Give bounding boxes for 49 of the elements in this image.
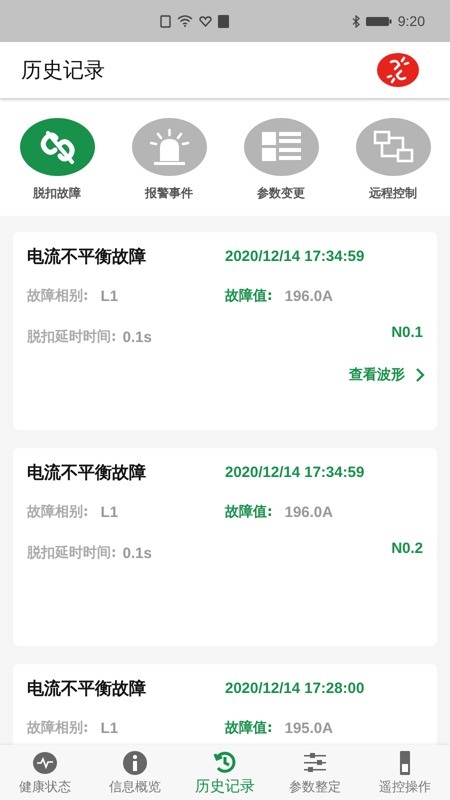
- field-label: 故障相别:: [27, 287, 89, 305]
- field-label: 故障相别:: [27, 719, 89, 737]
- nav-tab[interactable]: 健康状态: [5, 750, 85, 796]
- heartbeat-icon: [32, 750, 58, 776]
- nav-tab[interactable]: 历史记录: [185, 749, 265, 796]
- siren-icon: [132, 118, 206, 176]
- field-value: 196.0A: [284, 504, 333, 520]
- category-tab[interactable]: 远程控制: [355, 118, 431, 216]
- info-icon: [122, 750, 148, 776]
- field-value: L1: [100, 288, 118, 304]
- broken-link-icon[interactable]: [377, 53, 419, 87]
- flowchart-icon: [356, 118, 430, 176]
- category-tab[interactable]: 脱扣故障: [19, 118, 95, 216]
- broken-link-icon: [20, 118, 94, 176]
- chevron-icon: [415, 367, 425, 383]
- bluetooth-icon: [352, 14, 360, 28]
- record-time: 2020/12/14 17:28:00: [225, 680, 364, 696]
- field-label: 故障相别:: [27, 503, 89, 521]
- category-tab[interactable]: 参数变更: [243, 118, 319, 216]
- nav-tab[interactable]: 遥控操作: [365, 750, 445, 796]
- field-value: L1: [100, 720, 118, 736]
- field-label: 脱扣延时时间:: [27, 328, 117, 346]
- wifi-icon: [177, 15, 193, 27]
- history-icon: [212, 749, 238, 775]
- heart-icon: [199, 16, 212, 26]
- record-time: 2020/12/14 17:34:59: [225, 248, 364, 264]
- clock: 9:20: [398, 13, 425, 29]
- record-number: N0.2: [391, 540, 423, 557]
- field-value: 0.1s: [122, 328, 152, 346]
- field-value: L1: [100, 504, 118, 520]
- nav-tab[interactable]: 参数整定: [275, 750, 355, 796]
- record-title: 电流不平衡故障: [27, 246, 147, 268]
- field-label: 故障值:: [225, 719, 273, 737]
- battery-icon: [366, 16, 392, 26]
- nav-tab[interactable]: 信息概览: [95, 750, 175, 796]
- record-number: N0.1: [391, 324, 423, 341]
- table-icon: [244, 118, 318, 176]
- page-title: 历史记录: [21, 57, 105, 84]
- category-tab[interactable]: 报警事件: [131, 118, 207, 216]
- field-value: 0.1s: [122, 544, 152, 562]
- record-time: 2020/12/14 17:34:59: [225, 464, 364, 480]
- field-value: 196.0A: [284, 288, 333, 304]
- field-label: 脱扣延时时间:: [27, 544, 117, 562]
- view-waveform-link[interactable]: 查看波形: [349, 366, 425, 384]
- field-value: 195.0A: [284, 720, 333, 736]
- field-label: 故障值:: [225, 503, 273, 521]
- field-label: 故障值:: [225, 287, 273, 305]
- record-title: 电流不平衡故障: [27, 462, 147, 484]
- record-title: 电流不平衡故障: [27, 678, 147, 700]
